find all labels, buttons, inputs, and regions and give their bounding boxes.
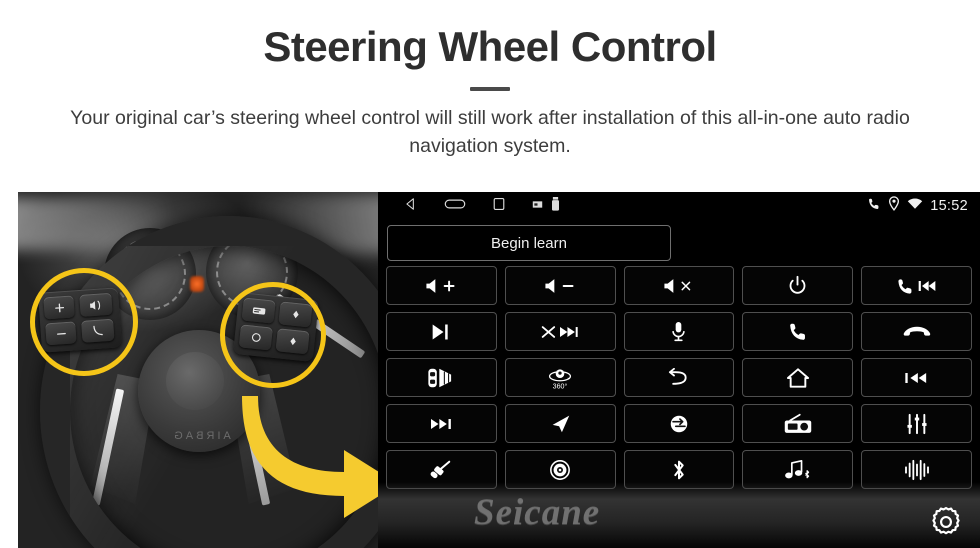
brand-wordmark: Seicane <box>474 492 601 533</box>
wifi-icon <box>907 197 923 215</box>
brand-overlay <box>378 482 980 548</box>
shuffle-next-icon <box>541 325 578 338</box>
back-icon[interactable] <box>404 197 418 216</box>
status-bar: 15:52 <box>378 192 980 220</box>
grid-button-navigation[interactable] <box>504 404 616 443</box>
grid-button-volume-down[interactable] <box>504 266 616 305</box>
home-icon[interactable] <box>444 197 466 216</box>
status-bar-time: 15:52 <box>930 198 968 214</box>
navigation-arrow-icon <box>552 415 569 433</box>
call-previous-icon <box>898 278 935 294</box>
grid-button-play-pause[interactable] <box>386 312 497 351</box>
grid-button-hang-up[interactable] <box>861 312 972 351</box>
airbag-label: AIRBAG <box>171 430 231 442</box>
location-icon <box>888 196 900 216</box>
swap-source-icon <box>670 415 688 432</box>
grid-button-mute[interactable] <box>623 266 735 305</box>
usb-cable-icon <box>430 460 451 478</box>
grid-button-sound-wave[interactable] <box>861 450 972 489</box>
home-icon <box>786 367 809 388</box>
swc-button-grid: 360° <box>386 266 972 489</box>
bt-music-icon <box>784 459 809 478</box>
page-subtitle: Your original car’s steering wheel contr… <box>70 107 910 158</box>
bluetooth-icon <box>674 460 684 479</box>
grid-button-volume-up[interactable] <box>386 266 497 305</box>
power-icon <box>789 275 806 294</box>
play-pause-icon <box>433 324 449 339</box>
pointer-arrow <box>242 396 378 518</box>
phone-hangup-icon <box>903 326 930 336</box>
android-head-unit-panel: 15:52 Begin learn 360° Seicane <box>378 192 980 548</box>
steering-wheel-photo: AIRBAG <box>18 192 378 548</box>
usb-icon <box>551 196 560 216</box>
highlight-circle-right <box>220 282 326 388</box>
title-divider <box>470 87 510 92</box>
volume-up-icon <box>426 278 455 293</box>
grid-button-parking-radar[interactable] <box>386 358 497 397</box>
grid-button-bluetooth[interactable] <box>623 450 735 489</box>
grid-button-voice-command[interactable] <box>623 312 735 351</box>
grid-button-call-previous[interactable] <box>861 266 972 305</box>
grid-button-previous-track[interactable] <box>861 358 972 397</box>
grid-button-camera-360[interactable]: 360° <box>504 358 616 397</box>
grid-button-back[interactable] <box>623 358 735 397</box>
previous-track-icon <box>904 372 926 383</box>
sd-card-icon <box>532 197 543 215</box>
phone-icon <box>867 197 881 216</box>
microphone-icon <box>672 321 686 341</box>
svg-text:360°: 360° <box>553 382 568 390</box>
highlight-circle-left <box>30 268 138 376</box>
radio-icon <box>784 413 812 433</box>
grid-button-home[interactable] <box>742 358 854 397</box>
grid-button-radio[interactable] <box>742 404 854 443</box>
grid-button-usb[interactable] <box>386 450 497 489</box>
back-arrow-icon <box>668 367 687 385</box>
grid-button-power[interactable] <box>742 266 854 305</box>
grid-button-next-track[interactable] <box>386 404 497 443</box>
begin-learn-button[interactable]: Begin learn <box>387 225 671 261</box>
page-header: Steering Wheel Control Your original car… <box>0 0 980 161</box>
grid-button-answer-call[interactable] <box>742 312 854 351</box>
mute-icon <box>664 278 691 293</box>
grid-button-bluetooth-music[interactable] <box>742 450 854 489</box>
sound-wave-icon <box>904 459 929 480</box>
equalizer-icon <box>907 413 927 434</box>
recents-icon[interactable] <box>492 197 506 216</box>
grid-button-source-swap[interactable] <box>623 404 735 443</box>
volume-down-icon <box>545 278 574 293</box>
dvd-disc-icon <box>550 459 571 480</box>
settings-button[interactable] <box>926 502 966 542</box>
grid-button-shuffle-next[interactable] <box>504 312 616 351</box>
camera-360-icon: 360° <box>549 368 572 390</box>
content-strip: AIRBAG 15:52 Begin learn 360° Seicane <box>0 192 980 548</box>
page-title: Steering Wheel Control <box>263 23 717 70</box>
next-track-icon <box>431 418 452 429</box>
parking-sensor-icon <box>428 368 452 387</box>
grid-button-dvd[interactable] <box>504 450 616 489</box>
gear-icon <box>932 506 960 535</box>
phone-call-icon <box>789 323 805 340</box>
grid-button-equalizer[interactable] <box>861 404 972 443</box>
